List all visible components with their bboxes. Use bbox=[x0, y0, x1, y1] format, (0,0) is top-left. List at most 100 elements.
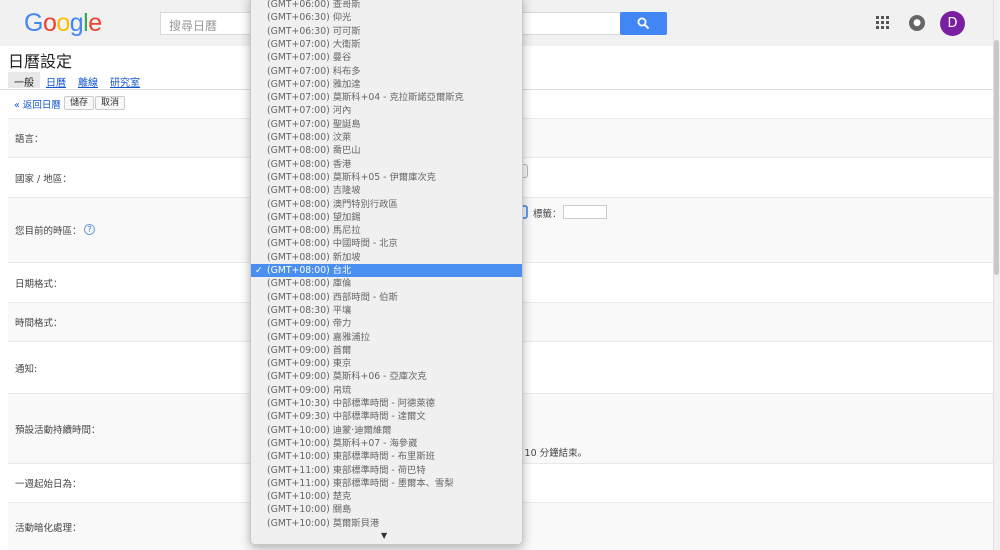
timezone-option-label: (GMT+08:00) 新加坡 bbox=[267, 251, 361, 263]
timezone-option[interactable]: (GMT+09:00) 東京 bbox=[251, 357, 522, 370]
timezone-option-label: (GMT+06:30) 仰光 bbox=[267, 12, 352, 24]
timezone-option-label: (GMT+08:00) 望加錫 bbox=[267, 211, 361, 223]
timezone-option-label: (GMT+08:00) 台北 bbox=[267, 265, 352, 276]
timezone-option[interactable]: (GMT+06:00) 查哥斯 bbox=[251, 0, 522, 11]
timezone-option-label: (GMT+09:00) 帛琉 bbox=[267, 384, 352, 396]
timezone-option-label: (GMT+11:00) 東部標準時間 - 墨爾本、雪梨 bbox=[267, 477, 454, 489]
timezone-option-label: (GMT+08:30) 平壤 bbox=[267, 304, 352, 316]
timezone-option[interactable]: (GMT+09:00) 帝力 bbox=[251, 317, 522, 330]
help-icon[interactable]: ? bbox=[84, 224, 95, 235]
timezone-option-label: (GMT+08:00) 吉隆坡 bbox=[267, 185, 361, 197]
timezone-option[interactable]: (GMT+07:00) 雅加達 bbox=[251, 78, 522, 91]
timezone-option-label: (GMT+08:00) 西部時間 - 伯斯 bbox=[267, 291, 398, 303]
timezone-option[interactable]: ✓ (GMT+08:00) 台北 bbox=[251, 264, 522, 278]
timezone-option[interactable]: (GMT+11:00) 東部標準時間 - 荷巴特 bbox=[251, 464, 522, 477]
timezone-option-label: (GMT+06:00) 查哥斯 bbox=[267, 0, 361, 10]
tab-general[interactable]: 一般 bbox=[8, 72, 40, 89]
timezone-option[interactable]: (GMT+07:00) 莫斯科+04 - 克拉斯諾亞爾斯克 bbox=[251, 91, 522, 104]
timezone-option[interactable]: (GMT+10:00) 莫爾斯貝港 bbox=[251, 517, 522, 530]
timezone-option[interactable]: (GMT+10:00) 莫斯科+07 - 海參崴 bbox=[251, 437, 522, 450]
google-logo[interactable]: Google bbox=[24, 9, 102, 38]
timezone-option[interactable]: (GMT+09:00) 帛琉 bbox=[251, 384, 522, 397]
timezone-option[interactable]: (GMT+08:00) 中國時間 - 北京 bbox=[251, 237, 522, 250]
setting-label: 時間格式： bbox=[15, 318, 63, 329]
timezone-option[interactable]: (GMT+10:00) 東部標準時間 - 布里斯班 bbox=[251, 450, 522, 463]
timezone-option[interactable]: (GMT+07:00) 聖誕島 bbox=[251, 118, 522, 131]
timezone-option-label: (GMT+10:00) 莫爾斯貝港 bbox=[267, 517, 380, 529]
timezone-option-label: (GMT+09:00) 首爾 bbox=[267, 344, 352, 356]
search-icon bbox=[637, 17, 650, 30]
timezone-option-label: (GMT+08:00) 汶萊 bbox=[267, 132, 352, 143]
timezone-option[interactable]: (GMT+06:30) 可可斯 bbox=[251, 25, 522, 38]
setting-label: 預設活動持續時間： bbox=[15, 424, 101, 436]
timezone-option-label: (GMT+10:00) 迪蒙·迪爾維爾 bbox=[267, 424, 392, 436]
timezone-option-label: (GMT+07:00) 曼谷 bbox=[267, 52, 352, 64]
timezone-option[interactable]: (GMT+10:00) 楚克 bbox=[251, 490, 522, 503]
timezone-option[interactable]: (GMT+07:00) 大衛斯 bbox=[251, 38, 522, 51]
notifications-bell-icon[interactable]: ● bbox=[909, 15, 925, 31]
timezone-option[interactable]: (GMT+08:00) 庫倫 bbox=[251, 277, 522, 290]
scrollbar-thumb[interactable] bbox=[994, 40, 999, 275]
timezone-option-label: (GMT+07:00) 河內 bbox=[267, 105, 352, 117]
setting-label: 日期格式： bbox=[15, 278, 63, 290]
timezone-option[interactable]: (GMT+09:00) 莫斯科+06 - 亞庫次克 bbox=[251, 370, 522, 383]
timezone-option[interactable]: (GMT+06:30) 仰光 bbox=[251, 11, 522, 24]
setting-label: 國家 / 地區： bbox=[15, 173, 72, 185]
timezone-option-label: (GMT+10:00) 關島 bbox=[267, 504, 352, 516]
timezone-option[interactable]: (GMT+11:00) 東部標準時間 - 墨爾本、雪梨 bbox=[251, 477, 522, 490]
timezone-option[interactable]: (GMT+08:00) 新加坡 bbox=[251, 251, 522, 264]
timezone-option[interactable]: (GMT+08:00) 莫斯科+05 - 伊爾庫次克 bbox=[251, 171, 522, 184]
timezone-option[interactable]: (GMT+08:00) 香港 bbox=[251, 158, 522, 171]
timezone-option-label: (GMT+10:00) 楚克 bbox=[267, 491, 352, 503]
timezone-option-label: (GMT+09:00) 莫斯科+06 - 亞庫次克 bbox=[267, 371, 427, 383]
timezone-option-label: (GMT+11:00) 東部標準時間 - 荷巴特 bbox=[267, 464, 426, 476]
timezone-option[interactable]: (GMT+08:00) 澳門特別行政區 bbox=[251, 198, 522, 211]
timezone-option[interactable]: (GMT+09:00) 嘉雅浦拉 bbox=[251, 331, 522, 344]
timezone-option[interactable]: (GMT+07:00) 河內 bbox=[251, 104, 522, 117]
page-title: 日曆設定 bbox=[8, 52, 73, 71]
timezone-option[interactable]: (GMT+08:00) 汶萊 bbox=[251, 131, 522, 144]
timezone-option[interactable]: (GMT+08:30) 平壤 bbox=[251, 304, 522, 317]
timezone-option-label: (GMT+07:00) 大衛斯 bbox=[267, 38, 361, 50]
timezone-option-label: (GMT+09:30) 中部標準時間 - 達爾文 bbox=[267, 411, 426, 423]
timezone-option[interactable]: (GMT+10:00) 關島 bbox=[251, 503, 522, 516]
apps-grid-icon[interactable] bbox=[876, 16, 889, 29]
timezone-option-label: (GMT+10:00) 東部標準時間 - 布里斯班 bbox=[267, 451, 435, 463]
setting-label: 語言： bbox=[15, 134, 44, 145]
timezone-option-label: (GMT+08:00) 中國時間 - 北京 bbox=[267, 238, 398, 250]
timezone-option[interactable]: (GMT+08:00) 馬尼拉 bbox=[251, 224, 522, 237]
setting-label: 活動暗化處理： bbox=[15, 522, 82, 534]
timezone-option[interactable]: (GMT+08:00) 西部時間 - 伯斯 bbox=[251, 291, 522, 304]
timezone-option-label: (GMT+07:00) 聖誕島 bbox=[267, 118, 361, 130]
duration-note: 前 10 分鐘結束。 bbox=[512, 448, 588, 459]
timezone-dropdown[interactable]: (GMT+06:00) 查哥斯 (GMT+06:30) 仰光 (GMT+06:30)… bbox=[250, 0, 523, 545]
timezone-label-text: 標籤： bbox=[533, 209, 562, 220]
timezone-option[interactable]: (GMT+09:30) 中部標準時間 - 達爾文 bbox=[251, 410, 522, 423]
timezone-option-label: (GMT+08:00) 馬尼拉 bbox=[267, 225, 361, 237]
timezone-option-label: (GMT+09:00) 帝力 bbox=[267, 318, 352, 330]
timezone-option[interactable]: (GMT+08:00) 吉隆坡 bbox=[251, 184, 522, 197]
timezone-option-label: (GMT+08:00) 澳門特別行政區 bbox=[267, 198, 398, 210]
timezone-option[interactable]: (GMT+07:00) 曼谷 bbox=[251, 51, 522, 64]
scroll-down-arrow-icon[interactable]: ▼ bbox=[381, 531, 387, 540]
timezone-option[interactable]: (GMT+10:00) 迪蒙·迪爾維爾 bbox=[251, 424, 522, 437]
timezone-option[interactable]: (GMT+08:00) 喬巴山 bbox=[251, 144, 522, 157]
timezone-option-label: (GMT+10:00) 莫斯科+07 - 海參崴 bbox=[267, 437, 418, 449]
setting-label: 一週起始日為： bbox=[15, 479, 82, 490]
timezone-label-input[interactable] bbox=[563, 205, 607, 219]
timezone-option[interactable]: (GMT+08:00) 望加錫 bbox=[251, 211, 522, 224]
timezone-option-label: (GMT+07:00) 雅加達 bbox=[267, 78, 361, 90]
timezone-option-label: (GMT+09:00) 嘉雅浦拉 bbox=[267, 331, 370, 343]
timezone-option-label: (GMT+08:00) 喬巴山 bbox=[267, 145, 361, 157]
save-button[interactable]: 儲存 bbox=[64, 96, 95, 110]
avatar[interactable]: D bbox=[940, 11, 965, 36]
timezone-option-label: (GMT+08:00) 香港 bbox=[267, 158, 352, 170]
timezone-option-label: (GMT+07:00) 莫斯科+04 - 克拉斯諾亞爾斯克 bbox=[267, 92, 464, 104]
cancel-button[interactable]: 取消 bbox=[95, 96, 126, 110]
search-button[interactable] bbox=[620, 12, 667, 35]
timezone-option[interactable]: (GMT+10:30) 中部標準時間 - 阿德萊德 bbox=[251, 397, 522, 410]
timezone-option[interactable]: (GMT+09:00) 首爾 bbox=[251, 344, 522, 357]
setting-label: 您目前的時區： bbox=[15, 226, 82, 237]
back-to-calendar-link[interactable]: « 返回日曆 bbox=[14, 97, 61, 111]
timezone-option[interactable]: (GMT+07:00) 科布多 bbox=[251, 65, 522, 78]
